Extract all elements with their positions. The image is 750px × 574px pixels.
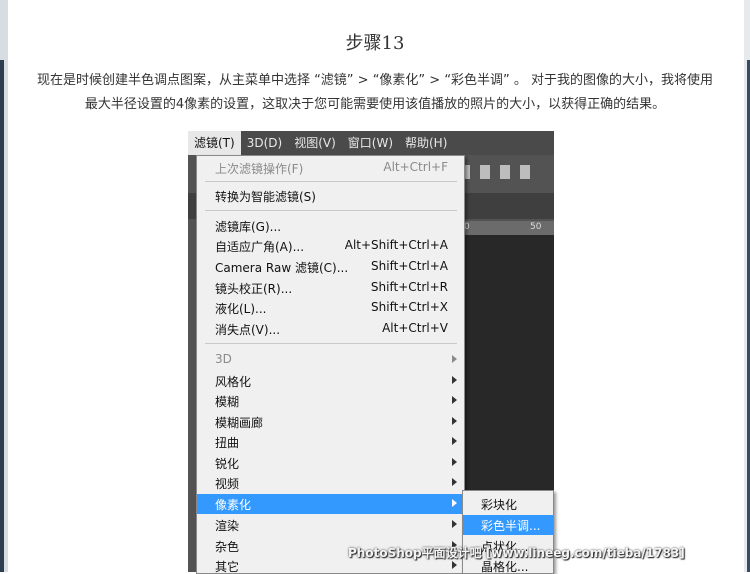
- submenu-arrow-icon: [452, 396, 457, 404]
- menu-item-filter-gallery[interactable]: 滤镜库(G)...: [197, 216, 464, 236]
- distribute-icon[interactable]: [520, 165, 530, 179]
- menu-item-pixelate[interactable]: 像素化: [197, 494, 464, 514]
- ruler-label-50: 50: [530, 222, 542, 232]
- menu-window[interactable]: 窗口(W): [342, 131, 399, 155]
- photoshop-menubar: 滤镜(T) 3D(D) 视图(V) 窗口(W) 帮助(H): [188, 131, 554, 155]
- submenu-arrow-icon: [452, 478, 457, 486]
- menu-item-convert-smart-filter[interactable]: 转换为智能滤镜(S): [197, 186, 464, 206]
- description-line-1: 现在是时候创建半色调点图案，从主菜单中选择 “滤镜” > “像素化” > “彩色…: [36, 73, 714, 88]
- menu-item-vanishing-point[interactable]: 消失点(V)... Alt+Ctrl+V: [197, 319, 464, 339]
- menu-separator: [205, 181, 457, 182]
- menu-item-camera-raw[interactable]: Camera Raw 滤镜(C)... Shift+Ctrl+A: [197, 257, 464, 277]
- submenu-arrow-icon: [452, 458, 457, 466]
- submenu-arrow-icon: [452, 561, 457, 569]
- menu-separator: [205, 343, 457, 344]
- submenu-arrow-icon: [452, 355, 457, 363]
- menu-view[interactable]: 视图(V): [288, 131, 342, 155]
- menu-item-distort[interactable]: 扭曲: [197, 432, 464, 452]
- submenu-item-color-halftone[interactable]: 彩色半调...: [463, 515, 553, 535]
- menu-3d[interactable]: 3D(D): [241, 131, 288, 155]
- pixelate-submenu: 彩块化 彩色半调... 点状化... 晶格化...: [462, 490, 554, 574]
- menu-separator: [205, 210, 457, 211]
- description-line-2: 最大半径设置的4像素的设置，这取决于您可能需要使用该值播放的照片的大小，以获得正…: [84, 97, 666, 112]
- align-icons: [460, 164, 550, 182]
- menu-item-3d: 3D: [197, 350, 464, 370]
- menu-item-lens-correction[interactable]: 镜头校正(R)... Shift+Ctrl+R: [197, 278, 464, 298]
- submenu-item-facet[interactable]: 彩块化: [463, 494, 553, 514]
- submenu-arrow-icon: [452, 437, 457, 445]
- align-center-icon[interactable]: [480, 165, 490, 179]
- menu-help[interactable]: 帮助(H): [399, 131, 453, 155]
- submenu-arrow-icon: [452, 376, 457, 384]
- menu-item-sharpen[interactable]: 锐化: [197, 453, 464, 473]
- step-title: 步骤13: [345, 33, 405, 54]
- menu-item-stylize[interactable]: 风格化: [197, 371, 464, 391]
- submenu-arrow-icon: [452, 520, 457, 528]
- menu-item-video[interactable]: 视频: [197, 473, 464, 493]
- menu-item-render[interactable]: 渲染: [197, 515, 464, 535]
- page-right-edge: [744, 0, 750, 572]
- step-description: 现在是时候创建半色调点图案，从主菜单中选择 “滤镜” > “像素化” > “彩色…: [10, 69, 740, 117]
- submenu-arrow-icon: [452, 417, 457, 425]
- align-right-icon[interactable]: [500, 165, 510, 179]
- page-left-edge: [0, 0, 8, 572]
- menu-item-adaptive-wide-angle[interactable]: 自适应广角(A)... Alt+Shift+Ctrl+A: [197, 236, 464, 256]
- submenu-arrow-icon: [452, 499, 457, 507]
- watermark-text: PhotoShop平面设计吧 [www.lineeg.com/tieba/178…: [348, 546, 685, 560]
- menu-item-liquify[interactable]: 液化(L)... Shift+Ctrl+X: [197, 298, 464, 318]
- menu-item-last-filter: 上次滤镜操作(F) Alt+Ctrl+F: [215, 160, 448, 176]
- horizontal-ruler: 0 50: [458, 221, 554, 235]
- menu-item-blur-gallery[interactable]: 模糊画廊: [197, 412, 464, 432]
- menu-item-blur[interactable]: 模糊: [197, 391, 464, 411]
- filter-menu: 上次滤镜操作(F) Alt+Ctrl+F 转换为智能滤镜(S) 滤镜库(G)...…: [196, 155, 465, 574]
- menu-filter[interactable]: 滤镜(T): [188, 131, 241, 155]
